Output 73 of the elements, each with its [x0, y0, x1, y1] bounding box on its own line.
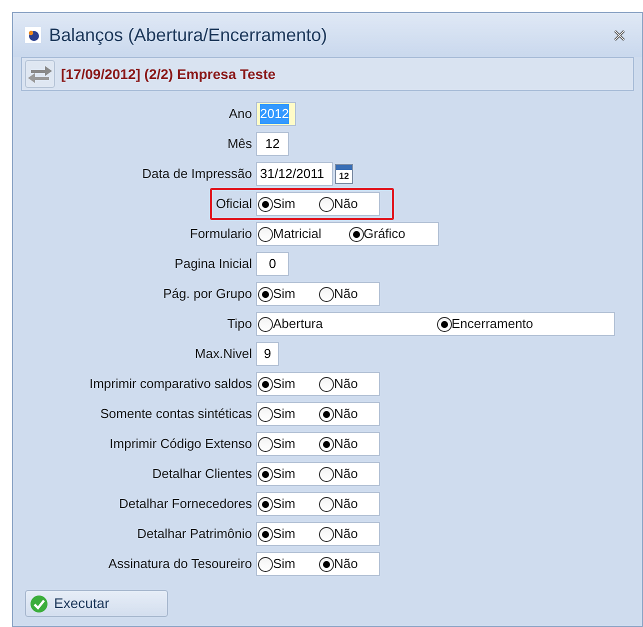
- field-label: Max.Nivel: [194, 345, 253, 364]
- radio-button[interactable]: [319, 406, 334, 422]
- radio-button[interactable]: [348, 226, 364, 242]
- calendar-button[interactable]: 12: [335, 164, 353, 184]
- option-label: Não: [334, 375, 358, 394]
- option-label: Sim: [273, 285, 296, 304]
- field-label: Pág. por Grupo: [162, 285, 253, 304]
- field-label: Tipo: [226, 315, 253, 334]
- execute-button[interactable]: Executar: [25, 590, 168, 617]
- window-title: Balanços (Abertura/Encerramento): [49, 24, 328, 47]
- option-label: Não: [334, 525, 358, 544]
- option-label: Gráfico: [364, 225, 406, 244]
- option-label: Sim: [273, 405, 296, 424]
- option-label: Sim: [273, 525, 296, 544]
- swap-arrows-icon: [27, 64, 53, 84]
- option-label: Não: [334, 285, 358, 304]
- field-label: Oficial: [214, 195, 253, 214]
- radio-button[interactable]: [258, 436, 273, 452]
- radio-button[interactable]: [319, 376, 334, 392]
- input-field[interactable]: 9: [256, 342, 279, 366]
- company-header: [17/09/2012] (2/2) Empresa Teste: [61, 64, 276, 84]
- radio-button[interactable]: [258, 526, 273, 542]
- option-label: Sim: [273, 195, 296, 214]
- option-label: Não: [334, 195, 358, 214]
- option-label: Não: [334, 435, 358, 454]
- option-label: Sim: [273, 495, 296, 514]
- field-label: Pagina Inicial: [174, 255, 253, 274]
- option-label: Sim: [273, 375, 296, 394]
- radio-button[interactable]: [258, 286, 273, 302]
- radio-button[interactable]: [258, 496, 273, 512]
- radio-button[interactable]: [258, 376, 273, 392]
- option-label: Não: [334, 465, 358, 484]
- radio-button[interactable]: [319, 496, 334, 512]
- radio-button[interactable]: [258, 316, 273, 332]
- field-label: Ano: [228, 105, 253, 124]
- field-label: Assinatura do Tesoureiro: [107, 555, 253, 574]
- field-label: Formulario: [188, 225, 253, 244]
- radio-button[interactable]: [258, 556, 273, 572]
- field-label: Imprimir comparativo saldos: [88, 375, 253, 394]
- option-label: Sim: [273, 465, 296, 484]
- switch-button[interactable]: [25, 60, 55, 88]
- check-icon: [30, 594, 48, 612]
- radio-button[interactable]: [319, 196, 334, 212]
- radio-button[interactable]: [258, 466, 273, 482]
- date-field[interactable]: 31/12/2011: [256, 162, 333, 186]
- radio-button[interactable]: [319, 556, 334, 572]
- radio-button[interactable]: [258, 196, 273, 212]
- radio-button[interactable]: [319, 286, 334, 302]
- input-field[interactable]: 12: [256, 132, 289, 156]
- close-icon[interactable]: [613, 28, 626, 42]
- option-label: Não: [334, 405, 358, 424]
- field-label: Detalhar Clientes: [151, 465, 253, 484]
- field-label: Somente contas sintéticas: [99, 405, 253, 424]
- app-logo-icon: [25, 27, 41, 43]
- radio-button[interactable]: [436, 316, 452, 332]
- option-label: Matricial: [273, 225, 322, 244]
- radio-button[interactable]: [319, 436, 334, 452]
- radio-button[interactable]: [319, 466, 334, 482]
- radio-button[interactable]: [258, 226, 273, 242]
- option-label: Não: [334, 555, 358, 574]
- option-label: Abertura: [273, 315, 323, 334]
- option-label: Sim: [273, 435, 296, 454]
- field-label: Imprimir Código Extenso: [108, 435, 253, 454]
- option-label: Não: [334, 495, 358, 514]
- radio-button[interactable]: [319, 526, 334, 542]
- field-label: Detalhar Patrimônio: [136, 525, 253, 544]
- field-label: Detalhar Fornecedores: [118, 495, 253, 514]
- option-label: Sim: [273, 555, 296, 574]
- field-label: Data de Impressão: [141, 165, 253, 184]
- input-field[interactable]: 0: [256, 252, 289, 276]
- option-label: Encerramento: [452, 315, 534, 334]
- radio-button[interactable]: [258, 406, 273, 422]
- field-label: Mês: [226, 135, 253, 154]
